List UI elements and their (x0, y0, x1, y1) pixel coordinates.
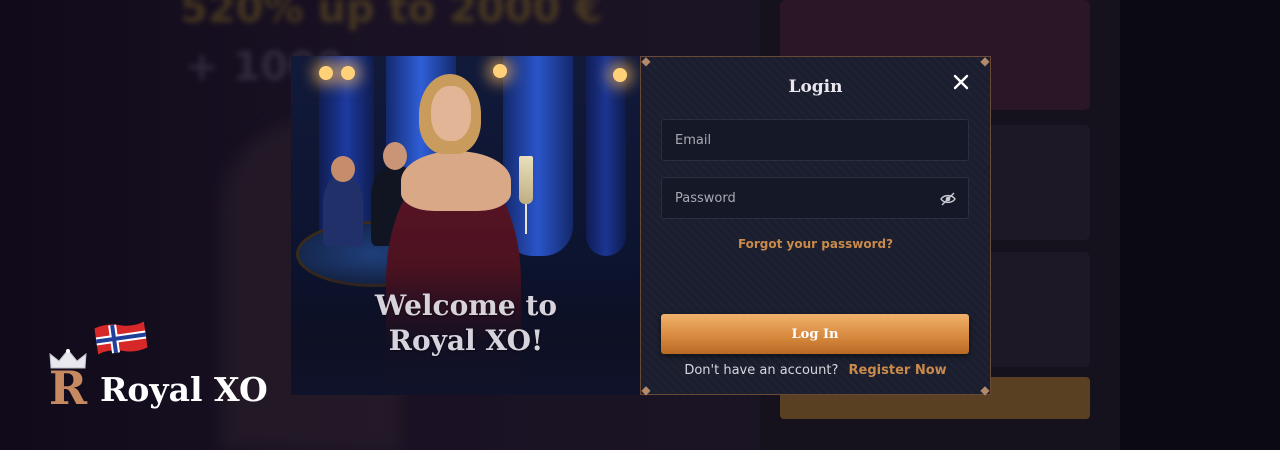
corner-ornament-icon: ◆ (641, 54, 651, 68)
eye-slash-icon[interactable] (940, 191, 956, 206)
seated-woman-head (331, 156, 355, 182)
login-dialog: ◆ ◆ ◆ ◆ Login Forgot your password? Log … (640, 54, 991, 397)
norway-flag-icon (94, 321, 148, 355)
hostess-face (431, 86, 471, 141)
champagne-glass-stem (525, 204, 527, 234)
hostess-shoulders (401, 151, 511, 211)
login-button[interactable]: Log In (661, 314, 969, 354)
close-icon[interactable] (950, 73, 972, 95)
close-icon-glyph (953, 74, 969, 90)
wall-lamp (613, 68, 627, 82)
forgot-password-link[interactable]: Forgot your password? (641, 237, 990, 251)
welcome-illustration: Welcome to Royal XO! (291, 56, 641, 395)
brand-monogram: R (48, 361, 88, 415)
welcome-heading-line-2: Royal XO! (388, 324, 544, 357)
no-account-text: Don't have an account? (684, 363, 839, 378)
wall-lamp (341, 66, 355, 80)
email-input[interactable] (662, 120, 948, 160)
email-field[interactable] (661, 119, 969, 161)
curtain (586, 56, 626, 256)
login-title: Login (788, 77, 843, 97)
seated-man-head (383, 142, 407, 170)
wall-lamp (493, 64, 507, 78)
password-input[interactable] (662, 178, 948, 218)
background-promo-line-1: 520% up to 2000 € (180, 0, 603, 32)
champagne-glass (519, 156, 533, 204)
password-field[interactable] (661, 177, 969, 219)
register-row: Don't have an account? Register Now (641, 363, 990, 378)
welcome-heading-line-1: Welcome to (374, 289, 558, 322)
corner-ornament-icon: ◆ (980, 54, 990, 68)
register-now-link[interactable]: Register Now (849, 363, 947, 378)
corner-ornament-icon: ◆ (980, 383, 990, 397)
welcome-heading: Welcome to Royal XO! (291, 288, 641, 358)
seated-woman (323, 176, 363, 246)
wall-lamp (319, 66, 333, 80)
corner-ornament-icon: ◆ (641, 383, 651, 397)
background-right-edge (1120, 0, 1280, 450)
brand-name: Royal XO (100, 370, 268, 409)
brand-logo: R Royal XO (46, 318, 276, 418)
